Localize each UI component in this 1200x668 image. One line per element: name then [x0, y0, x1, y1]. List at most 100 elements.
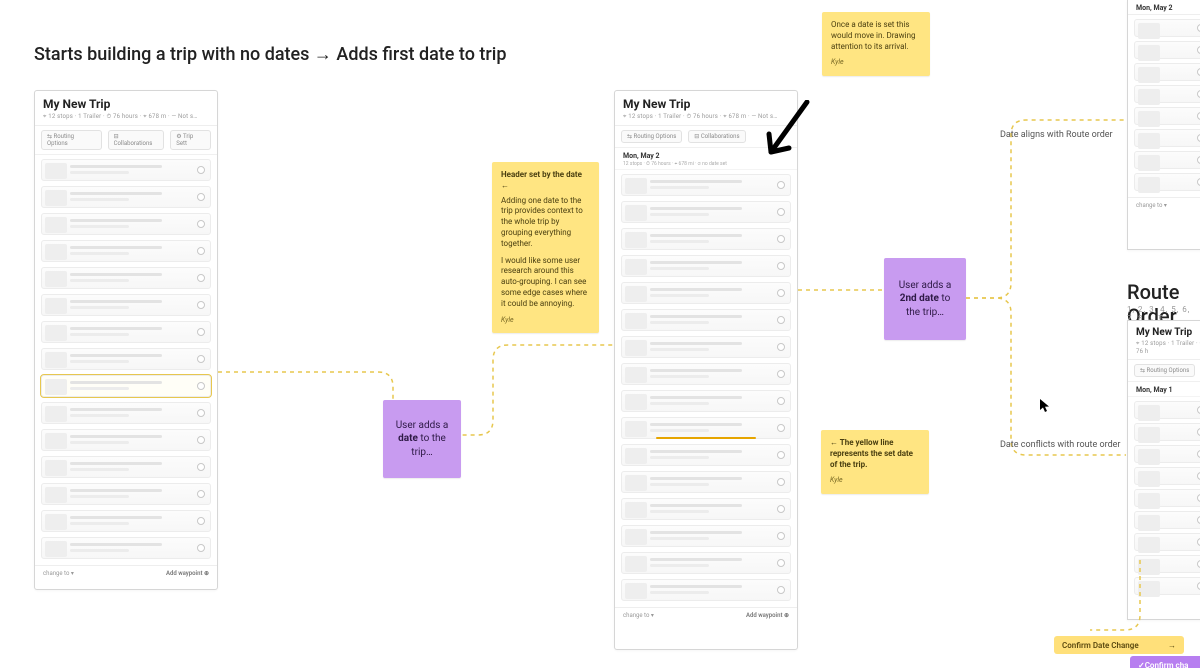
list-item[interactable] — [621, 174, 791, 196]
mockup-one-date[interactable]: My New Trip ⌖ 12 stops · 1 Trailer · ⏱ 7… — [614, 90, 798, 650]
tab-collab[interactable]: ⊟ Collaborations — [108, 130, 165, 150]
note-heading: Header set by the date ← — [501, 170, 590, 192]
list-item[interactable] — [621, 552, 791, 574]
design-canvas[interactable]: Starts building a trip with no dates → A… — [0, 0, 1200, 668]
list-item[interactable] — [41, 294, 211, 316]
list-item[interactable] — [1134, 401, 1200, 419]
list-item[interactable] — [1134, 151, 1200, 169]
list-item[interactable] — [1134, 467, 1200, 485]
list-item[interactable] — [41, 321, 211, 343]
list-item[interactable] — [41, 429, 211, 451]
mock-d-title: My New Trip — [1136, 327, 1200, 338]
list-item[interactable] — [1134, 577, 1200, 595]
tab-routing[interactable]: ⇆ Routing Options — [1134, 364, 1195, 377]
list-item[interactable] — [1134, 555, 1200, 573]
confirm-date-change-button[interactable]: Confirm Date Change — [1054, 636, 1184, 654]
list-item[interactable] — [621, 444, 791, 466]
list-item[interactable] — [1134, 41, 1200, 59]
list-item-with-marker[interactable] — [621, 417, 791, 439]
note-add-second-date[interactable]: User adds a 2nd date to the trip… — [884, 258, 966, 340]
note-add-date[interactable]: User adds a date to the trip… — [383, 400, 461, 478]
list-item[interactable] — [621, 579, 791, 601]
tab-settings[interactable]: ⚙ Trip Sett — [170, 130, 211, 150]
date-label: Mon, May 1 — [1136, 386, 1173, 394]
list-item[interactable] — [41, 186, 211, 208]
tab-routing[interactable]: ⇆ Routing Options — [41, 130, 102, 150]
note-paragraph: I would like some user research around t… — [501, 256, 590, 310]
tab-collab[interactable]: ⊟ Collaborations — [688, 130, 745, 143]
list-item[interactable] — [621, 255, 791, 277]
date-section-header: Mon, May 1 — [1128, 382, 1200, 397]
list-item[interactable] — [621, 282, 791, 304]
list-item[interactable] — [41, 267, 211, 289]
mock-a-meta: ⌖ 12 stops · 1 Trailer · ⏱ 76 hours · ⌖ … — [43, 113, 209, 121]
list-item[interactable] — [621, 201, 791, 223]
date-label: Mon, May 2 — [1136, 4, 1173, 12]
list-item[interactable] — [621, 336, 791, 358]
footer-right[interactable]: Add waypoint ⊕ — [166, 570, 209, 577]
list-item[interactable] — [1134, 423, 1200, 441]
note-yellow-line[interactable]: ← The yellow line represents the set dat… — [821, 430, 929, 494]
arrow-annotation-icon — [765, 100, 815, 160]
list-item[interactable] — [1134, 445, 1200, 463]
stop-list — [35, 155, 217, 565]
footer-left[interactable]: change to ▾ — [623, 612, 654, 619]
list-item[interactable] — [1134, 19, 1200, 37]
list-item[interactable] — [1134, 511, 1200, 529]
button-label: Confirm Date Change — [1062, 641, 1139, 650]
tab-routing[interactable]: ⇆ Routing Options — [621, 130, 682, 143]
date-section-header: Mon, May 2 — [1128, 0, 1200, 15]
list-item[interactable] — [41, 510, 211, 532]
list-item[interactable] — [1134, 63, 1200, 81]
list-item[interactable] — [621, 363, 791, 385]
mock-d-meta: ⌖ 12 stops · 1 Trailer · ⏱ 76 h — [1136, 340, 1200, 355]
list-item[interactable] — [1134, 85, 1200, 103]
list-item[interactable] — [41, 240, 211, 262]
list-item[interactable] — [41, 213, 211, 235]
flow-title: Starts building a trip with no dates → A… — [34, 44, 506, 65]
list-item[interactable] — [41, 537, 211, 559]
note-text: User adds a date to the trip… — [392, 419, 452, 460]
note-signature: Kyle — [830, 476, 920, 485]
list-item[interactable] — [1134, 489, 1200, 507]
footer-left[interactable]: change to ▾ — [1136, 202, 1167, 209]
note-signature: Kyle — [831, 58, 921, 67]
button-label: Confirm cha — [1145, 661, 1189, 668]
label-date-aligns: Date aligns with Route order — [1000, 130, 1113, 140]
label-date-conflicts: Date conflicts with route order — [1000, 440, 1121, 450]
list-item[interactable] — [41, 348, 211, 370]
note-heading: ← The yellow line represents the set dat… — [830, 438, 920, 470]
list-item[interactable] — [621, 390, 791, 412]
list-item[interactable] — [41, 159, 211, 181]
note-paragraph: Adding one date to the trip provides con… — [501, 196, 590, 250]
date-label: Mon, May 2 — [623, 152, 660, 160]
mockup-no-dates[interactable]: My New Trip ⌖ 12 stops · 1 Trailer · ⏱ 7… — [34, 90, 218, 590]
list-item[interactable] — [41, 456, 211, 478]
footer-left[interactable]: change to ▾ — [43, 570, 74, 577]
mockup-fragment-bottom[interactable]: My New Trip ⌖ 12 stops · 1 Trailer · ⏱ 7… — [1127, 320, 1200, 620]
list-item[interactable] — [621, 498, 791, 520]
confirm-change-button[interactable]: Confirm cha — [1130, 656, 1200, 668]
stop-list — [615, 170, 797, 607]
footer-right[interactable]: Add waypoint ⊕ — [746, 612, 789, 619]
list-item[interactable] — [621, 471, 791, 493]
note-date-moves-in[interactable]: Once a date is set this would move in. D… — [822, 12, 930, 76]
note-header-set-by-date[interactable]: Header set by the date ← Adding one date… — [492, 162, 599, 333]
cursor-icon — [1040, 398, 1050, 412]
mockup-fragment-top[interactable]: Mon, May 2 change to ▾ — [1127, 0, 1200, 250]
list-item[interactable] — [621, 525, 791, 547]
list-item-selected[interactable] — [41, 375, 211, 397]
list-item[interactable] — [1134, 173, 1200, 191]
list-item[interactable] — [621, 228, 791, 250]
list-item[interactable] — [621, 309, 791, 331]
mock-a-title: My New Trip — [43, 97, 209, 111]
date-submeta: 12 stops · ⏱ 76 hours · ⌖ 678 mi · ⊘ no … — [623, 161, 789, 167]
note-text: User adds a 2nd date to the trip… — [893, 279, 957, 320]
list-item[interactable] — [1134, 107, 1200, 125]
note-paragraph: Once a date is set this would move in. D… — [831, 20, 921, 52]
list-item[interactable] — [41, 402, 211, 424]
list-item[interactable] — [1134, 129, 1200, 147]
list-item[interactable] — [41, 483, 211, 505]
note-signature: Kyle — [501, 316, 590, 325]
list-item[interactable] — [1134, 533, 1200, 551]
